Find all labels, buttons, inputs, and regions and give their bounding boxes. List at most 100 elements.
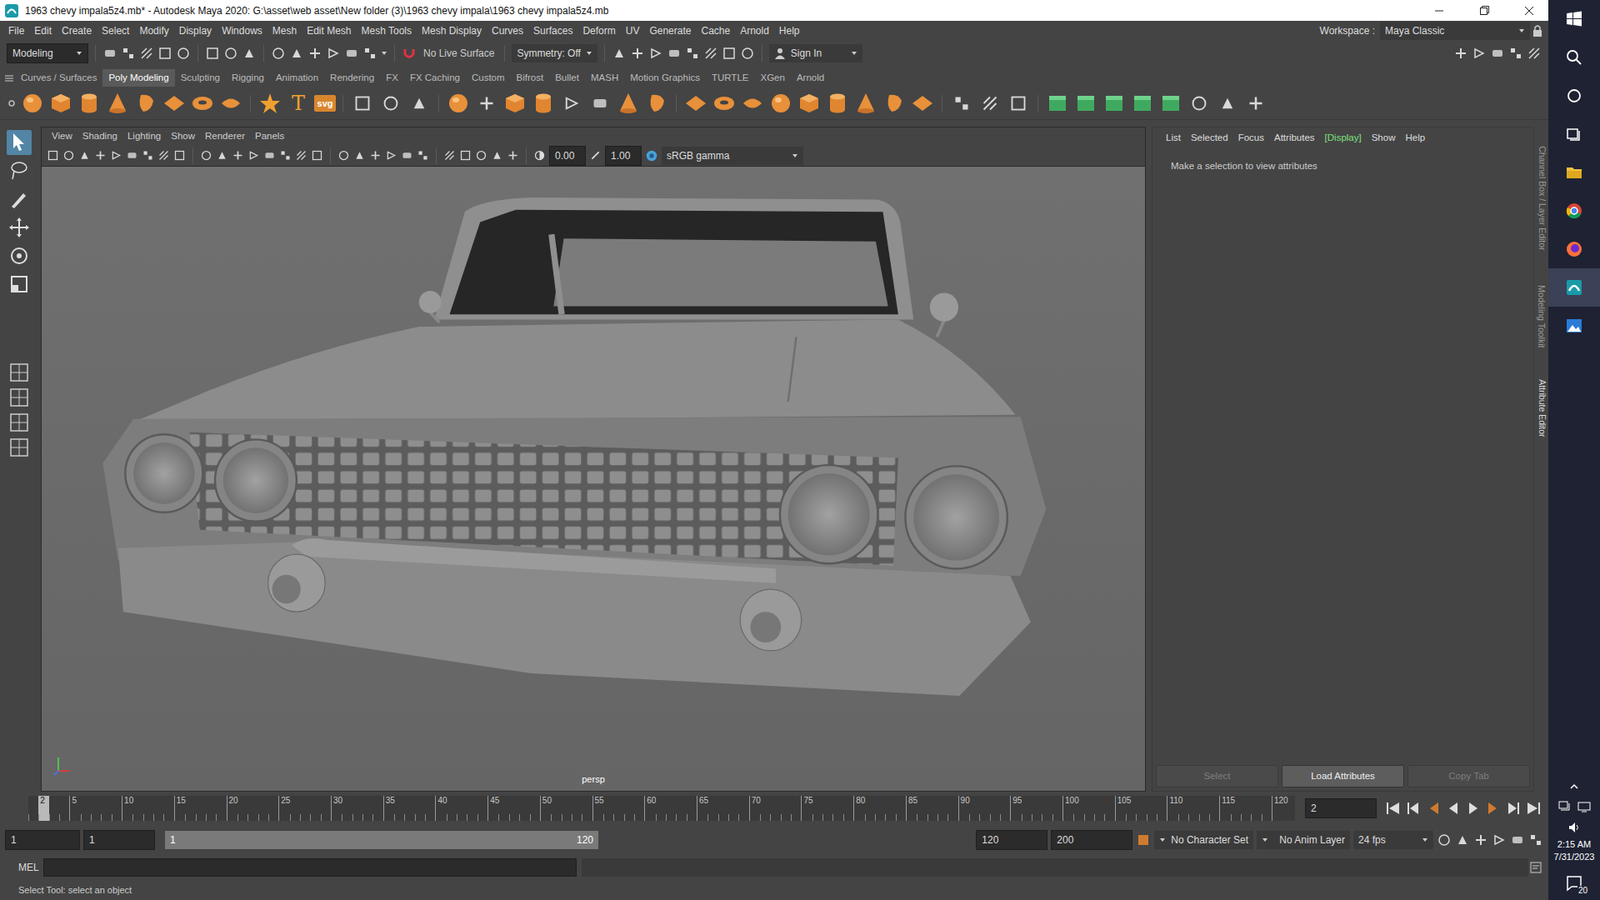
svg-tool-icon[interactable]: svg	[314, 95, 336, 112]
chrome-icon[interactable]	[1564, 200, 1585, 221]
range-handle[interactable]: 1120	[165, 830, 599, 850]
frame-tick[interactable]	[707, 795, 718, 821]
dropdown-arrow-icon[interactable]	[1518, 27, 1525, 35]
color-space-dropdown[interactable]: sRGB gamma	[661, 146, 804, 165]
menu-item[interactable]: Curves	[486, 20, 529, 41]
frame-tick[interactable]	[1052, 795, 1063, 821]
frame-tick[interactable]	[738, 795, 749, 821]
frame-tick[interactable]	[875, 795, 885, 821]
character-set-dropdown[interactable]: No Character Set	[1154, 830, 1254, 850]
frame-tick[interactable]	[477, 795, 488, 821]
step-back-icon[interactable]	[1423, 798, 1444, 819]
poly-tool-icon[interactable]	[133, 90, 159, 116]
viewport-tool-icon[interactable]	[62, 149, 75, 162]
mesh-tool-icon[interactable]	[474, 90, 500, 116]
viewport-tool-icon[interactable]	[475, 149, 488, 162]
symmetry-value[interactable]: Symmetry: Off	[516, 45, 580, 61]
render-icon[interactable]	[630, 45, 645, 61]
mesh-tool-icon[interactable]	[1005, 90, 1031, 116]
poly-tool-icon[interactable]	[530, 90, 556, 116]
script-editor-icon[interactable]	[1528, 860, 1544, 875]
command-input[interactable]	[43, 858, 577, 877]
shelf-tab[interactable]: Curves / Surfaces	[15, 69, 103, 87]
dropdown-arrow-icon[interactable]	[850, 50, 858, 57]
notification-center[interactable]: 20	[1548, 866, 1600, 900]
shelf-menu-icon[interactable]	[3, 72, 15, 85]
frame-tick[interactable]	[247, 795, 258, 821]
character-set-icon[interactable]	[1135, 832, 1151, 848]
dropdown-arrow-icon[interactable]	[791, 152, 799, 160]
anim-layer-dropdown[interactable]: No Anim Layer	[1256, 830, 1350, 850]
frame-tick[interactable]	[1250, 795, 1261, 821]
viewport-tool-icon[interactable]	[247, 149, 260, 162]
viewport-tool-icon[interactable]	[369, 149, 382, 162]
file-tool-icon[interactable]	[102, 45, 118, 61]
frame-tick[interactable]	[300, 795, 310, 821]
mesh-tool-icon[interactable]	[378, 90, 404, 116]
frame-tick[interactable]: 20	[226, 795, 238, 821]
frame-tick[interactable]	[1031, 795, 1042, 821]
viewport-tool-icon[interactable]	[416, 149, 430, 162]
uv-tool-icon[interactable]	[1045, 90, 1070, 116]
poly-tool-icon[interactable]	[881, 90, 907, 116]
playback-option-icon[interactable]	[1455, 832, 1470, 848]
render-icon[interactable]	[648, 45, 664, 61]
poly-tool-icon[interactable]	[48, 90, 74, 116]
frame-tick[interactable]	[456, 795, 467, 821]
taskbar-item[interactable]	[1548, 306, 1600, 345]
frame-tick[interactable]	[404, 795, 415, 821]
play-forward-icon[interactable]	[1463, 798, 1484, 819]
frame-tick[interactable]	[979, 795, 990, 821]
menu-item[interactable]: Mesh	[267, 20, 302, 41]
shelf-tab[interactable]: TURTLE	[705, 69, 755, 87]
shelf-tab[interactable]: FX	[380, 69, 405, 87]
frame-tick[interactable]	[258, 795, 269, 821]
dropdown-arrow-icon[interactable]	[585, 50, 593, 57]
frame-tick[interactable]	[446, 795, 457, 821]
notification-count[interactable]: 20	[1577, 885, 1589, 895]
mode-dropdown[interactable]: Modeling	[6, 43, 89, 64]
frame-tick[interactable]	[1156, 795, 1167, 821]
frame-tick[interactable]	[163, 795, 174, 821]
panel-toggle-icon[interactable]	[1526, 45, 1542, 61]
frame-tick[interactable]	[28, 795, 39, 821]
search-icon[interactable]	[1564, 47, 1585, 68]
frame-tick[interactable]	[937, 795, 948, 821]
poly-tool-icon[interactable]	[445, 90, 471, 116]
viewport-tool-icon[interactable]	[200, 149, 213, 162]
panel-menu-item[interactable]: Shading	[77, 127, 123, 145]
viewport-tool-icon[interactable]	[215, 149, 229, 162]
attribute-editor-tab[interactable]: [Display]	[1320, 129, 1367, 147]
playback-end-field[interactable]: 120	[975, 830, 1048, 850]
viewport[interactable]: persp	[41, 165, 1145, 792]
viewport-tool-icon[interactable]	[110, 149, 123, 162]
frame-tick[interactable]: 90	[958, 795, 970, 821]
frame-tick[interactable]	[509, 795, 520, 821]
network-icon[interactable]	[1577, 800, 1591, 814]
frame-tick[interactable]	[498, 795, 509, 821]
taskbar-item[interactable]	[1548, 115, 1600, 154]
uv-tool-icon[interactable]	[1101, 90, 1127, 116]
range-inner-end[interactable]: 120	[576, 832, 594, 848]
fps[interactable]: 24 fps	[1358, 832, 1386, 848]
menu-item[interactable]: Modify	[134, 20, 174, 41]
viewport-tool-icon[interactable]	[353, 149, 366, 162]
taskbar-item[interactable]	[1548, 230, 1600, 269]
exposure-icon[interactable]	[533, 149, 546, 162]
menu-item[interactable]: Help	[774, 20, 805, 41]
side-tab[interactable]: Attribute Editor	[1534, 368, 1549, 449]
uv-tool-icon[interactable]	[1158, 90, 1184, 116]
lasso-tool-icon[interactable]	[6, 158, 32, 184]
poly-tool-icon[interactable]	[768, 90, 794, 116]
side-tab-label[interactable]: Channel Box / Layer Editor	[1535, 146, 1549, 252]
frame-tick[interactable]	[205, 795, 216, 821]
poly-tool-icon[interactable]	[20, 90, 45, 116]
color-management-icon[interactable]	[645, 149, 659, 163]
step-forward-icon[interactable]	[1483, 798, 1504, 819]
taskbar-item[interactable]	[1548, 153, 1600, 192]
attribute-editor-tab[interactable]: List	[1160, 129, 1186, 147]
viewport-tool-icon[interactable]	[141, 149, 155, 162]
restore-icon[interactable]	[1465, 0, 1504, 21]
viewport-tool-icon[interactable]	[279, 149, 292, 162]
shelf-tab[interactable]: FX Caching	[404, 69, 466, 87]
